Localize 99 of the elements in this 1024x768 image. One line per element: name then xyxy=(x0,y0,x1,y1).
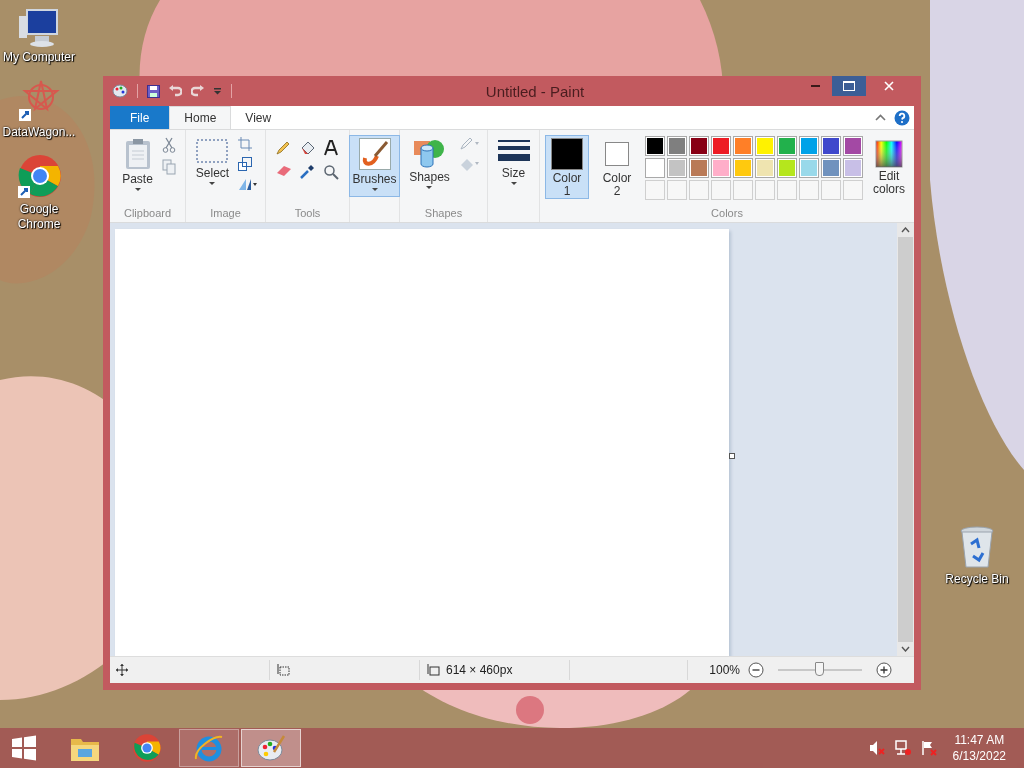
pencil-icon[interactable] xyxy=(274,140,291,156)
empty-swatch[interactable] xyxy=(733,180,753,200)
color-swatch[interactable] xyxy=(843,158,863,178)
text-icon[interactable] xyxy=(322,140,339,156)
brush-icon xyxy=(358,138,391,170)
cut-icon[interactable] xyxy=(161,137,176,153)
computer-icon[interactable] xyxy=(17,8,61,48)
color-swatch[interactable] xyxy=(755,158,775,178)
selection-size-icon xyxy=(276,663,290,677)
group-label: Shapes xyxy=(423,206,464,221)
edit-colors-button[interactable]: Edit colors xyxy=(869,135,909,197)
resize-icon[interactable] xyxy=(238,157,253,171)
caret-icon[interactable] xyxy=(213,87,222,95)
maximize-button[interactable] xyxy=(832,76,866,96)
zoom-in-button[interactable] xyxy=(876,662,892,678)
empty-swatch[interactable] xyxy=(843,180,863,200)
undo-icon[interactable] xyxy=(169,85,182,97)
palette-icon[interactable] xyxy=(112,84,128,98)
color-selector[interactable]: Color 1 xyxy=(545,135,589,199)
color-swatch[interactable] xyxy=(777,136,797,156)
color-swatch[interactable] xyxy=(711,136,731,156)
palette-icon xyxy=(256,734,286,762)
collapse-icon[interactable] xyxy=(875,114,886,121)
color-picker-icon[interactable] xyxy=(298,164,315,180)
taskbar-button[interactable] xyxy=(179,729,239,767)
taskbar-button[interactable] xyxy=(241,729,301,767)
cursor-position-icon xyxy=(116,664,128,676)
color-swatch[interactable] xyxy=(799,136,819,156)
vertical-scrollbar[interactable] xyxy=(897,223,914,656)
scroll-down-icon[interactable] xyxy=(901,646,910,652)
color-swatch[interactable] xyxy=(799,158,819,178)
zoom-level: 100% xyxy=(709,663,740,677)
color-swatch[interactable] xyxy=(667,136,687,156)
zoom-slider[interactable] xyxy=(815,662,824,676)
empty-swatch[interactable] xyxy=(755,180,775,200)
ribbon-tab[interactable]: Home xyxy=(169,106,232,129)
resize-handle[interactable] xyxy=(729,453,735,459)
window-title: Untitled - Paint xyxy=(484,82,586,100)
scroll-up-icon[interactable] xyxy=(901,227,910,233)
color-swatch[interactable] xyxy=(689,136,709,156)
save-icon[interactable] xyxy=(147,84,160,98)
star-icon[interactable] xyxy=(17,79,61,123)
empty-swatch[interactable] xyxy=(799,180,819,200)
group-label: Tools xyxy=(293,206,322,221)
color-swatch[interactable] xyxy=(733,158,753,178)
empty-swatch[interactable] xyxy=(667,180,687,200)
shapes-icon xyxy=(413,138,446,168)
color-swatch[interactable] xyxy=(821,136,841,156)
shapes-button[interactable]: Shapes xyxy=(406,135,453,190)
group-label: Clipboard xyxy=(122,206,173,221)
canvas-size-icon xyxy=(426,663,440,677)
color-swatch[interactable] xyxy=(777,158,797,178)
color-swatch[interactable] xyxy=(821,158,841,178)
color-selector[interactable]: Color 2 xyxy=(595,135,639,199)
color-swatch[interactable] xyxy=(843,136,863,156)
group-label: Image xyxy=(209,206,242,221)
empty-swatch[interactable] xyxy=(821,180,841,200)
close-icon xyxy=(884,81,894,91)
color-swatch[interactable] xyxy=(733,136,753,156)
redo-icon[interactable] xyxy=(191,85,204,97)
group-label: Colors xyxy=(710,206,744,221)
color-swatch[interactable] xyxy=(645,158,665,178)
clipboard-icon xyxy=(123,138,152,170)
color-swatch[interactable] xyxy=(645,136,665,156)
select-button[interactable]: Select xyxy=(192,135,233,186)
color-swatch[interactable] xyxy=(711,158,731,178)
rotate-icon[interactable] xyxy=(238,177,259,191)
ribbon-tab[interactable]: View xyxy=(231,106,286,129)
spectrum-icon xyxy=(875,140,903,168)
canvas-size: 614 × 460px xyxy=(446,663,513,677)
start-button[interactable] xyxy=(11,735,37,761)
color-swatch[interactable] xyxy=(689,158,709,178)
browser-icon xyxy=(194,733,224,763)
help-icon[interactable] xyxy=(894,109,910,126)
paste-button[interactable]: Paste xyxy=(119,135,156,192)
speaker-muted-icon[interactable] xyxy=(868,740,885,756)
empty-swatch[interactable] xyxy=(777,180,797,200)
brushes-button[interactable]: Brushes xyxy=(349,135,400,197)
chrome-icon xyxy=(132,733,162,763)
clock-time[interactable]: 11:47 AM xyxy=(954,732,1005,748)
copy-icon[interactable] xyxy=(161,159,176,175)
crop-icon[interactable] xyxy=(238,137,253,151)
empty-swatch[interactable] xyxy=(711,180,731,200)
selection-icon xyxy=(196,138,229,164)
network-icon[interactable] xyxy=(894,740,911,756)
empty-swatch[interactable] xyxy=(689,180,709,200)
magnifier-icon[interactable] xyxy=(322,164,339,180)
color-swatch[interactable] xyxy=(667,158,687,178)
recycle-bin-icon[interactable] xyxy=(959,526,995,570)
clock-date[interactable]: 6/13/2022 xyxy=(952,748,1006,764)
flag-icon[interactable] xyxy=(920,740,937,756)
chrome-icon[interactable] xyxy=(16,154,62,200)
ribbon-tab[interactable]: File xyxy=(110,106,170,129)
size-button[interactable]: Size xyxy=(494,135,533,186)
zoom-out-button[interactable] xyxy=(748,662,764,678)
line-width-icon xyxy=(497,138,530,164)
color-swatch[interactable] xyxy=(755,136,775,156)
empty-swatch[interactable] xyxy=(645,180,665,200)
outline-icon[interactable] xyxy=(458,137,481,151)
